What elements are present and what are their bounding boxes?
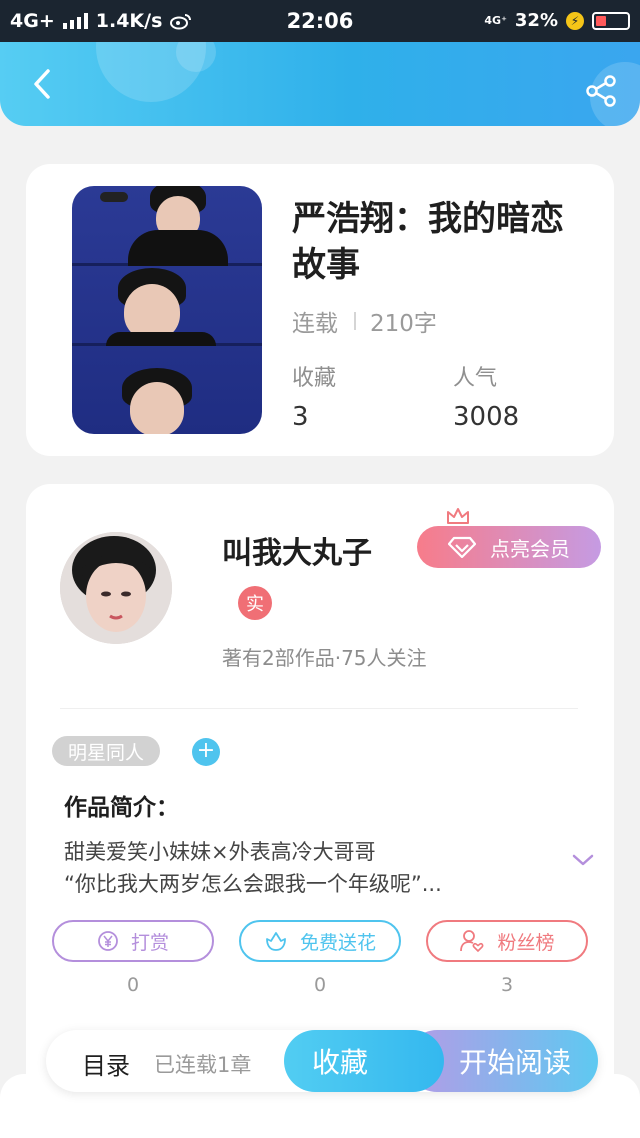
battery-icon — [592, 11, 630, 30]
verified-badge: 实 — [238, 586, 272, 620]
collect-label: 收藏 — [312, 1046, 369, 1079]
bottom-action-bar: 目录 已连载1章 开始阅读 收藏 — [46, 1030, 598, 1092]
add-tag-button[interactable]: + — [192, 738, 220, 766]
tag-chip[interactable]: 明星同人 — [52, 736, 160, 766]
favorites-label: 收藏 — [292, 366, 337, 391]
book-cover-image[interactable] — [72, 186, 262, 434]
send-flower-button[interactable]: 免费送花 — [239, 920, 401, 962]
avatar-portrait — [60, 532, 172, 644]
book-info-card: 严浩翔：我的暗恋故事 连载 210字 收藏 3 人气 3008 — [26, 164, 614, 456]
chevron-down-icon — [572, 854, 594, 866]
tip-button[interactable]: 打赏 — [52, 920, 214, 962]
toc-button[interactable]: 目录 — [82, 1046, 130, 1081]
diamond-icon — [448, 536, 476, 558]
tip-count: 0 — [126, 974, 140, 996]
tip-label: 打赏 — [130, 931, 169, 954]
network-right-label: 4G⁺ — [484, 14, 507, 27]
share-button[interactable] — [584, 74, 618, 108]
send-flower-label: 免费送花 — [299, 931, 376, 954]
favorites-value: 3 — [292, 402, 309, 432]
expand-intro-button[interactable] — [570, 850, 596, 870]
start-reading-label: 开始阅读 — [458, 1046, 571, 1079]
flower-icon — [266, 932, 286, 951]
meta-divider — [354, 312, 356, 330]
intro-line-1: 甜美爱笑小妹妹×外表高冷大哥哥 — [64, 840, 376, 864]
intro-heading: 作品简介： — [64, 795, 179, 821]
book-meta: 连载 210字 — [292, 304, 437, 338]
word-count: 210字 — [370, 311, 437, 337]
chapter-count: 已连载1章 — [154, 1053, 252, 1077]
cover-panel — [72, 186, 262, 266]
crown-icon — [447, 508, 469, 524]
top-header — [0, 42, 640, 126]
fans-rank-label: 粉丝榜 — [497, 931, 555, 954]
charging-icon: ⚡ — [566, 11, 584, 30]
fans-icon — [460, 930, 484, 953]
intro-line-2: “你比我大两岁怎么会跟我一个年级呢”... — [64, 872, 442, 896]
vip-button-label: 点亮会员 — [490, 536, 570, 561]
popularity-value: 3008 — [453, 402, 520, 432]
chevron-left-icon — [34, 69, 50, 99]
fans-count: 3 — [500, 974, 514, 996]
author-detail-card: 叫我大丸子 实 著有2部作品·75人关注 点亮会员 明星同人 + 作品简介： 甜… — [26, 484, 614, 1124]
fans-rank-button[interactable]: 粉丝榜 — [426, 920, 588, 962]
author-info: 著有2部作品·75人关注 — [222, 646, 427, 670]
vip-button[interactable]: 点亮会员 — [417, 526, 601, 568]
battery-percent: 32% — [514, 10, 558, 31]
author-avatar[interactable] — [60, 532, 172, 644]
collect-button[interactable]: 收藏 — [284, 1030, 444, 1092]
cover-panel — [72, 346, 262, 434]
yen-icon — [98, 931, 118, 951]
popularity-label: 人气 — [453, 366, 498, 391]
serial-status: 连载 — [292, 311, 338, 337]
section-divider — [60, 708, 578, 709]
book-title: 严浩翔：我的暗恋故事 — [292, 199, 564, 285]
status-right: 4G⁺ 32% ⚡ — [484, 10, 630, 31]
author-name: 叫我大丸子 — [222, 536, 372, 571]
flower-count: 0 — [313, 974, 327, 996]
back-button[interactable] — [22, 64, 62, 104]
status-bar: 4G+ 1.4K/s 22:06 4G⁺ 32% ⚡ — [0, 0, 640, 42]
share-icon — [586, 75, 616, 107]
cover-panel — [72, 266, 262, 346]
